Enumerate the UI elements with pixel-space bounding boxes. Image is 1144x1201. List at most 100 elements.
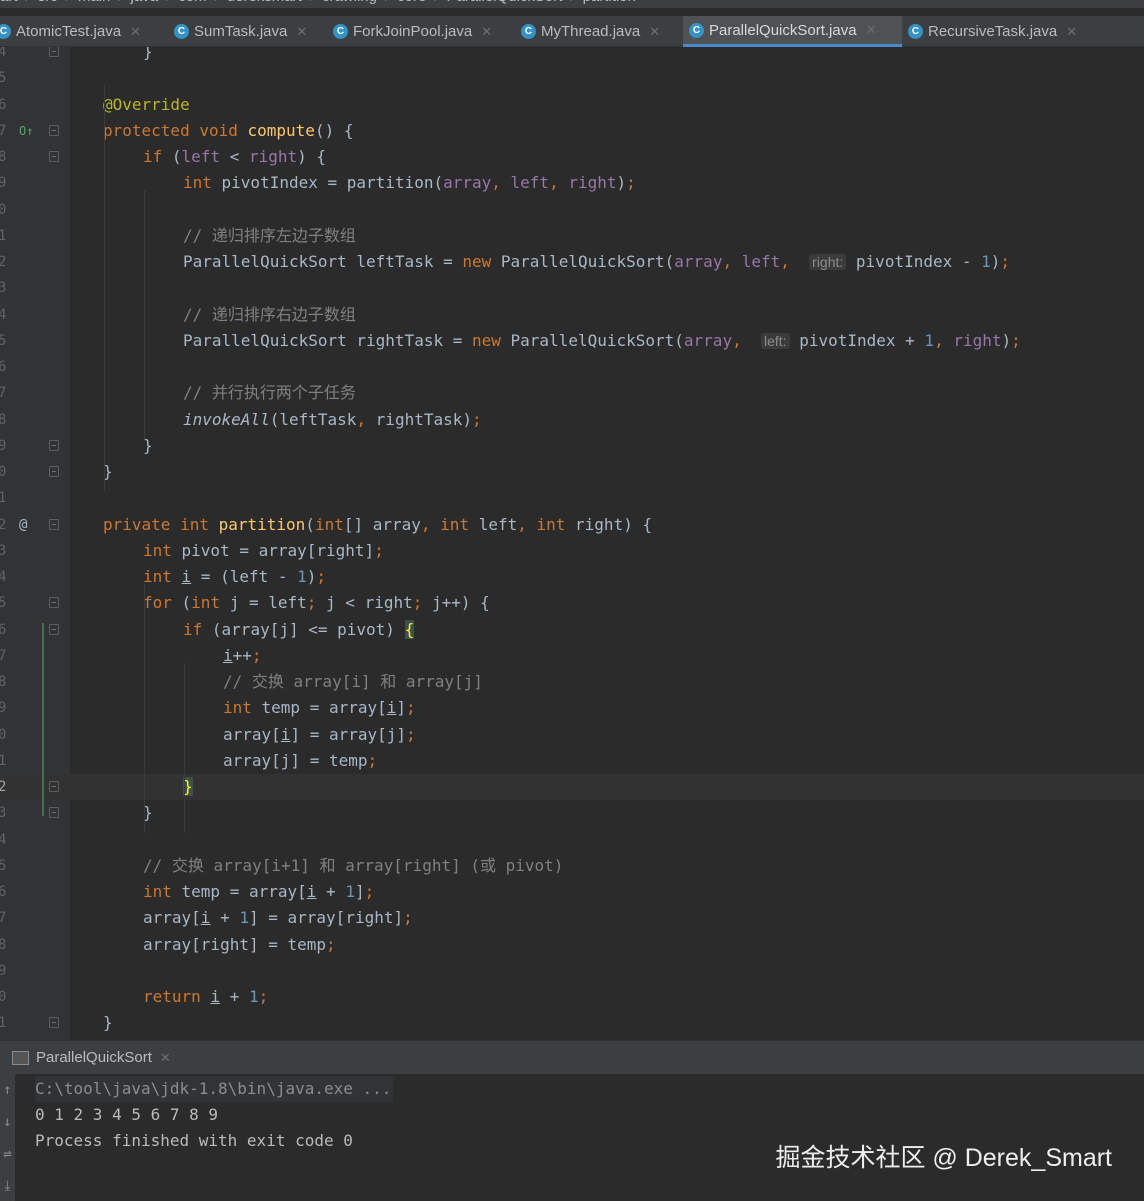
code-line[interactable]: 9} (0, 433, 1144, 459)
tab-label: AtomicTest.java (16, 23, 122, 40)
close-icon[interactable]: ✕ (296, 24, 307, 40)
code-line[interactable]: 9 int temp = array[i]; (0, 695, 1144, 721)
code-line[interactable]: 4 int i = (left - 1); (0, 564, 1144, 590)
code-line[interactable]: 0 return i + 1; (0, 984, 1144, 1010)
fold-toggle-icon[interactable] (49, 124, 59, 136)
code-line[interactable]: 2} (0, 774, 1144, 800)
breadcrumb-item[interactable]: art (0, 0, 18, 5)
editor-tab[interactable]: C AtomicTest.java ✕ (0, 16, 168, 47)
editor-tab[interactable]: C ParallelQuickSort.java ✕ (683, 16, 902, 47)
breadcrumb-item[interactable]: java (131, 0, 159, 5)
code-line[interactable]: 2 @ private int partition(int[] array, int… (0, 512, 1144, 538)
code-line[interactable]: 5 ParallelQuickSort rightTask = new Paral… (0, 328, 1144, 354)
code-line[interactable]: 3 (0, 275, 1144, 301)
indent-guide (144, 584, 145, 833)
fold-toggle-icon[interactable] (49, 439, 59, 451)
fold-toggle-icon[interactable] (49, 518, 59, 530)
implemented-icon[interactable]: @ (19, 512, 27, 538)
breadcrumb-item[interactable]: main (78, 0, 111, 5)
code-line[interactable]: 5 for (int j = left; j < right; j++) { (0, 590, 1144, 616)
console-exit-message: Process finished with exit code 0 (35, 1131, 353, 1150)
soft-wrap-icon[interactable]: ⇌ (0, 1138, 15, 1170)
breadcrumb-item[interactable]: src (38, 0, 58, 5)
fold-toggle-icon[interactable] (49, 807, 59, 819)
close-icon[interactable]: ✕ (481, 24, 492, 40)
code-text: array[i] = array[j]; (223, 724, 416, 744)
code-line[interactable]: 9 int pivotIndex = partition(array, left,… (0, 170, 1144, 196)
editor-tab[interactable]: C ForkJoinPool.java ✕ (327, 16, 515, 47)
code-line[interactable]: 8 invokeAll(leftTask, rightTask); (0, 407, 1144, 433)
java-class-icon: C (689, 22, 704, 38)
fold-toggle-icon[interactable] (49, 623, 59, 635)
code-line[interactable]: 6 (0, 354, 1144, 380)
code-line[interactable]: 6 int temp = array[i + 1]; (0, 879, 1144, 905)
code-text: if (left < right) { (143, 147, 327, 166)
code-line[interactable]: 2 ParallelQuickSort leftTask = new Parall… (0, 249, 1144, 275)
code-text: int temp = array[i]; (223, 698, 416, 718)
fold-toggle-icon[interactable] (49, 466, 59, 477)
line-number: 8 (0, 936, 7, 953)
fold-toggle-icon[interactable] (49, 47, 59, 57)
breadcrumb-item[interactable]: com (178, 0, 206, 5)
code-line[interactable]: 7 // 并行执行两个子任务 (0, 380, 1144, 406)
code-line[interactable]: 6 if (array[j] <= pivot) { (0, 617, 1144, 643)
code-line[interactable]: 0 array[i] = array[j]; (0, 722, 1144, 748)
breadcrumb-item[interactable]: core (397, 0, 426, 5)
code-line[interactable]: 0 (0, 197, 1144, 223)
editor-tab[interactable]: C MyThread.java ✕ (515, 16, 683, 47)
code-line[interactable]: 7 O↑ protected void compute() { (0, 118, 1144, 144)
close-icon[interactable]: ✕ (866, 22, 877, 38)
code-line[interactable]: 7 array[i + 1] = array[right]; (0, 905, 1144, 931)
fold-toggle-icon[interactable] (49, 781, 59, 792)
scroll-to-end-icon[interactable]: ⤓ (0, 1170, 15, 1201)
code-line[interactable]: 0} (0, 459, 1144, 485)
code-line[interactable]: 1 (0, 485, 1144, 511)
code-text: if (array[j] <= pivot) { (183, 619, 415, 639)
code-line[interactable]: 1 // 递归排序左边子数组 (0, 223, 1144, 249)
code-line[interactable]: 7 i++; (0, 643, 1144, 669)
editor-tab[interactable]: C SumTask.java ✕ (168, 16, 327, 47)
breadcrumb[interactable]: art / src / main / java / com / dereksmart / crawlin… (0, 0, 1144, 8)
code-line[interactable]: 8 array[right] = temp; (0, 932, 1144, 958)
scope-marker (42, 622, 44, 817)
override-method-icon[interactable]: O↑ (19, 118, 33, 144)
close-icon[interactable]: ✕ (130, 24, 141, 40)
code-line[interactable]: 3 int pivot = array[right]; (0, 538, 1144, 564)
line-number: 6 (0, 96, 7, 113)
close-icon[interactable]: ✕ (1066, 24, 1077, 40)
line-number: 2 (0, 254, 7, 270)
code-line[interactable]: 3} (0, 800, 1144, 826)
breadcrumb-item[interactable]: ParallelQuickSort (447, 0, 563, 5)
breadcrumb-item[interactable]: partition (583, 0, 636, 5)
code-line[interactable]: 8 if (left < right) { (0, 144, 1144, 170)
line-number: 4 (0, 306, 7, 323)
java-class-icon: C (0, 24, 11, 39)
down-arrow-icon[interactable]: ↓ (0, 1106, 15, 1138)
code-line[interactable]: 9 (0, 958, 1144, 984)
code-line[interactable]: 1} (0, 1010, 1144, 1036)
code-line[interactable]: 4} (0, 47, 1144, 65)
fold-toggle-icon[interactable] (49, 151, 59, 162)
code-line[interactable]: 5 // 交换 array[i+1] 和 array[right] (或 pivo… (0, 853, 1144, 879)
editor-tab[interactable]: C RecursiveTask.java ✕ (902, 16, 1092, 47)
code-text: // 递归排序左边子数组 (183, 225, 356, 245)
line-number: 7 (0, 647, 7, 664)
breadcrumb-item[interactable]: crawling (322, 0, 377, 5)
up-arrow-icon[interactable]: ↑ (0, 1074, 15, 1106)
code-line[interactable]: 4 (0, 827, 1144, 853)
fold-toggle-icon[interactable] (49, 597, 59, 609)
code-line[interactable]: 1 array[j] = temp; (0, 748, 1144, 774)
close-icon[interactable]: ✕ (649, 24, 660, 40)
run-tab-label: ParallelQuickSort (36, 1049, 152, 1066)
code-line[interactable]: 4 // 递归排序右边子数组 (0, 302, 1144, 328)
code-text: // 交换 array[i+1] 和 array[right] (或 pivot… (143, 855, 564, 875)
close-icon[interactable]: ✕ (160, 1050, 171, 1066)
run-tab[interactable]: ParallelQuickSort ✕ (12, 1049, 171, 1066)
fold-toggle-icon[interactable] (49, 1017, 59, 1029)
line-number: 0 (0, 464, 7, 480)
code-editor[interactable]: 4} 5 6 @Override 7 O↑ protected void compute()… (0, 47, 1144, 1040)
code-line[interactable]: 6 @Override (0, 92, 1144, 118)
breadcrumb-item[interactable]: dereksmart (227, 0, 302, 5)
code-line[interactable]: 8 // 交换 array[i] 和 array[j] (0, 669, 1144, 695)
code-line[interactable]: 5 (0, 65, 1144, 91)
